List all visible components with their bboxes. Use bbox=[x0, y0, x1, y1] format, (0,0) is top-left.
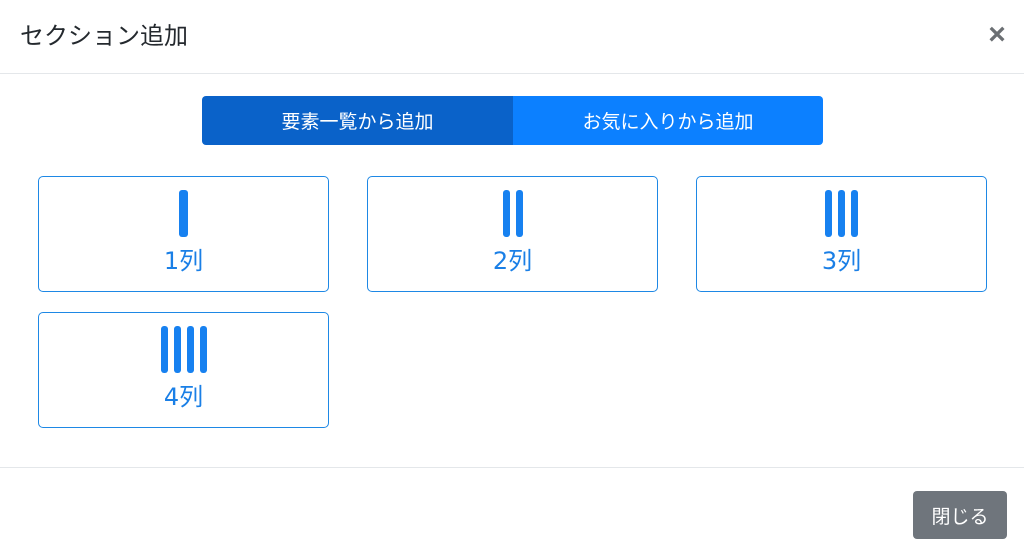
layout-option-label: 1列 bbox=[163, 247, 204, 275]
dialog-footer: 閉じる bbox=[0, 467, 1024, 554]
tab-favorites[interactable]: お気に入りから追加 bbox=[513, 96, 823, 145]
column-bar bbox=[186, 326, 194, 373]
layout-option-4-columns[interactable]: 4列 bbox=[38, 312, 329, 428]
layout-option-3-columns[interactable]: 3列 bbox=[696, 176, 987, 292]
dialog-header: セクション追加 × bbox=[0, 0, 1024, 74]
layout-option-label: 4列 bbox=[163, 383, 204, 411]
two-columns-icon bbox=[368, 190, 657, 239]
column-bar bbox=[173, 326, 181, 373]
four-columns-icon bbox=[39, 326, 328, 375]
column-bar bbox=[838, 190, 845, 237]
layout-option-label: 2列 bbox=[492, 247, 533, 275]
column-bar bbox=[851, 190, 858, 237]
column-bar bbox=[515, 190, 523, 237]
layout-option-2-columns[interactable]: 2列 bbox=[367, 176, 658, 292]
dialog-title: セクション追加 bbox=[20, 22, 188, 50]
column-bar bbox=[160, 326, 168, 373]
column-bar bbox=[502, 190, 510, 237]
close-icon[interactable]: × bbox=[984, 20, 1010, 50]
source-tabs: 要素一覧から追加 お気に入りから追加 bbox=[202, 96, 823, 145]
layout-option-label: 3列 bbox=[821, 247, 862, 275]
one-column-icon bbox=[39, 190, 328, 239]
three-columns-icon bbox=[697, 190, 986, 239]
layout-option-1-column[interactable]: 1列 bbox=[38, 176, 329, 292]
section-add-dialog: セクション追加 × 要素一覧から追加 お気に入りから追加 1列 2列 3列 4列… bbox=[0, 0, 1024, 554]
column-bar bbox=[179, 190, 188, 237]
column-bar bbox=[825, 190, 832, 237]
close-button[interactable]: 閉じる bbox=[913, 491, 1007, 539]
tab-element-list[interactable]: 要素一覧から追加 bbox=[202, 96, 513, 145]
column-bar bbox=[199, 326, 207, 373]
